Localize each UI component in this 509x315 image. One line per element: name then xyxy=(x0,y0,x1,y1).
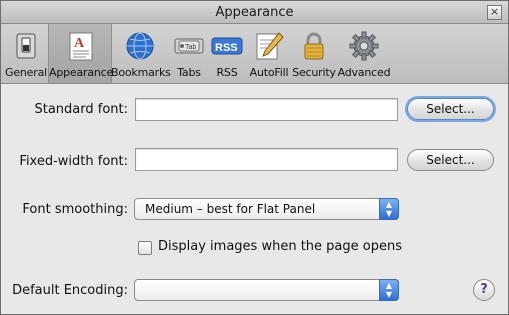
standard-font-select-button[interactable]: Select... xyxy=(407,98,494,120)
preferences-window: Appearance × General A Appearance Bookma… xyxy=(0,0,509,315)
tabs-icon-text: Tab xyxy=(185,44,196,51)
toolbar-item-general[interactable]: General xyxy=(5,24,47,83)
tabs-icon: Tab xyxy=(174,38,204,54)
display-images-checkbox[interactable] xyxy=(138,241,152,255)
toolbar-label-security: Security xyxy=(292,66,336,79)
toolbar-label-appearance: Appearance xyxy=(49,66,114,79)
toolbar-label-rss: RSS xyxy=(216,66,238,79)
rss-icon-text: RSS xyxy=(215,42,238,54)
general-switch-icon xyxy=(16,33,36,59)
toolbar-label-general: General xyxy=(5,66,47,79)
toolbar-label-bookmarks: Bookmarks xyxy=(111,66,171,79)
popup-arrows-icon: ▲ ▼ xyxy=(379,198,399,220)
toolbar-item-appearance[interactable]: A Appearance xyxy=(48,24,114,83)
security-lock-icon xyxy=(304,32,324,60)
advanced-gear-icon xyxy=(349,31,379,61)
default-encoding-popup[interactable]: ▲ ▼ xyxy=(134,279,399,301)
toolbar-item-advanced[interactable]: Advanced xyxy=(337,24,391,83)
display-images-label: Display images when the page opens xyxy=(158,239,402,254)
toolbar-item-rss[interactable]: RSS RSS xyxy=(209,24,245,83)
standard-font-label: Standard font: xyxy=(34,102,128,117)
toolbar-label-autofill: AutoFill xyxy=(249,66,289,79)
toolbar-label-tabs: Tabs xyxy=(177,66,201,79)
bookmarks-globe-icon xyxy=(126,32,154,60)
help-icon[interactable]: ? xyxy=(473,279,495,301)
preferences-toolbar: General A Appearance Bookmarks Tab Tabs … xyxy=(1,24,508,84)
toolbar-item-bookmarks[interactable]: Bookmarks xyxy=(111,24,171,83)
default-encoding-label: Default Encoding: xyxy=(12,283,128,298)
fixed-width-font-select-button[interactable]: Select... xyxy=(407,149,494,171)
svg-text:A: A xyxy=(74,36,85,51)
font-smoothing-label: Font smoothing: xyxy=(22,202,128,217)
fixed-width-font-field[interactable] xyxy=(135,148,398,171)
fixed-width-font-label: Fixed-width font: xyxy=(19,154,128,169)
appearance-font-icon: A xyxy=(69,32,93,61)
toolbar-item-security[interactable]: Security xyxy=(291,24,337,83)
toolbar-item-tabs[interactable]: Tab Tabs xyxy=(171,24,207,83)
autofill-pencil-icon xyxy=(256,32,284,60)
standard-font-field[interactable] xyxy=(135,98,398,121)
font-smoothing-popup[interactable]: Medium – best for Flat Panel ▲ ▼ xyxy=(134,198,399,220)
title-bar[interactable]: Appearance × xyxy=(1,1,508,24)
toolbar-item-autofill[interactable]: AutoFill xyxy=(247,24,291,83)
toolbar-label-advanced: Advanced xyxy=(337,66,391,79)
window-title: Appearance xyxy=(215,5,294,20)
rss-icon: RSS xyxy=(211,37,243,55)
font-smoothing-value: Medium – best for Flat Panel xyxy=(145,202,316,216)
close-icon[interactable]: × xyxy=(487,5,502,20)
popup-arrows-icon: ▲ ▼ xyxy=(379,279,399,301)
